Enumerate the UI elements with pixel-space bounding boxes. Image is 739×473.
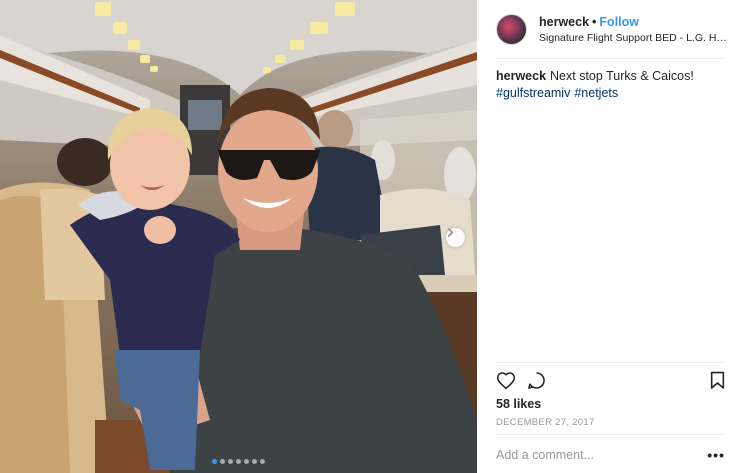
photo-scene (0, 0, 477, 473)
carousel-dot[interactable] (228, 459, 233, 464)
heart-icon[interactable] (496, 371, 516, 395)
comment-bar: ••• (496, 445, 725, 465)
action-bar (496, 371, 726, 391)
likes-count[interactable]: 58 likes (496, 397, 541, 411)
caption: herweck Next stop Turks & Caicos! #gulfst… (496, 68, 726, 102)
post-sidebar: herweck • Follow Signature Flight Support … (477, 0, 739, 473)
avatar[interactable] (496, 13, 527, 45)
carousel-dot[interactable] (220, 459, 225, 464)
post-header: herweck • Follow Signature Flight Support … (477, 0, 739, 58)
carousel-dot[interactable] (260, 459, 265, 464)
location-link[interactable]: Signature Flight Support BED - L.G. Ha..… (539, 32, 729, 44)
post-photo[interactable] (0, 0, 477, 473)
more-options-icon[interactable]: ••• (707, 447, 725, 463)
comment-input[interactable] (496, 448, 696, 462)
separator-dot: • (592, 14, 597, 29)
caption-text: Next stop Turks & Caicos! (550, 69, 694, 83)
carousel-next-button[interactable] (446, 228, 465, 247)
bookmark-icon[interactable] (710, 371, 725, 395)
header-divider (496, 58, 725, 59)
caption-username[interactable]: herweck (496, 69, 546, 83)
carousel-dot[interactable] (212, 459, 217, 464)
username-link[interactable]: herweck (539, 15, 589, 29)
hashtag-link[interactable]: #gulfstreamiv (496, 86, 570, 100)
carousel-dot[interactable] (244, 459, 249, 464)
carousel-indicator (0, 459, 477, 464)
post-date: DECEMBER 27, 2017 (496, 417, 595, 428)
hashtag-link[interactable]: #netjets (574, 86, 618, 100)
actions-divider (496, 362, 725, 363)
carousel-dot[interactable] (252, 459, 257, 464)
carousel-dot[interactable] (236, 459, 241, 464)
comment-bubble-icon[interactable] (527, 371, 546, 395)
follow-button[interactable]: Follow (599, 15, 639, 29)
comment-divider (496, 434, 725, 435)
